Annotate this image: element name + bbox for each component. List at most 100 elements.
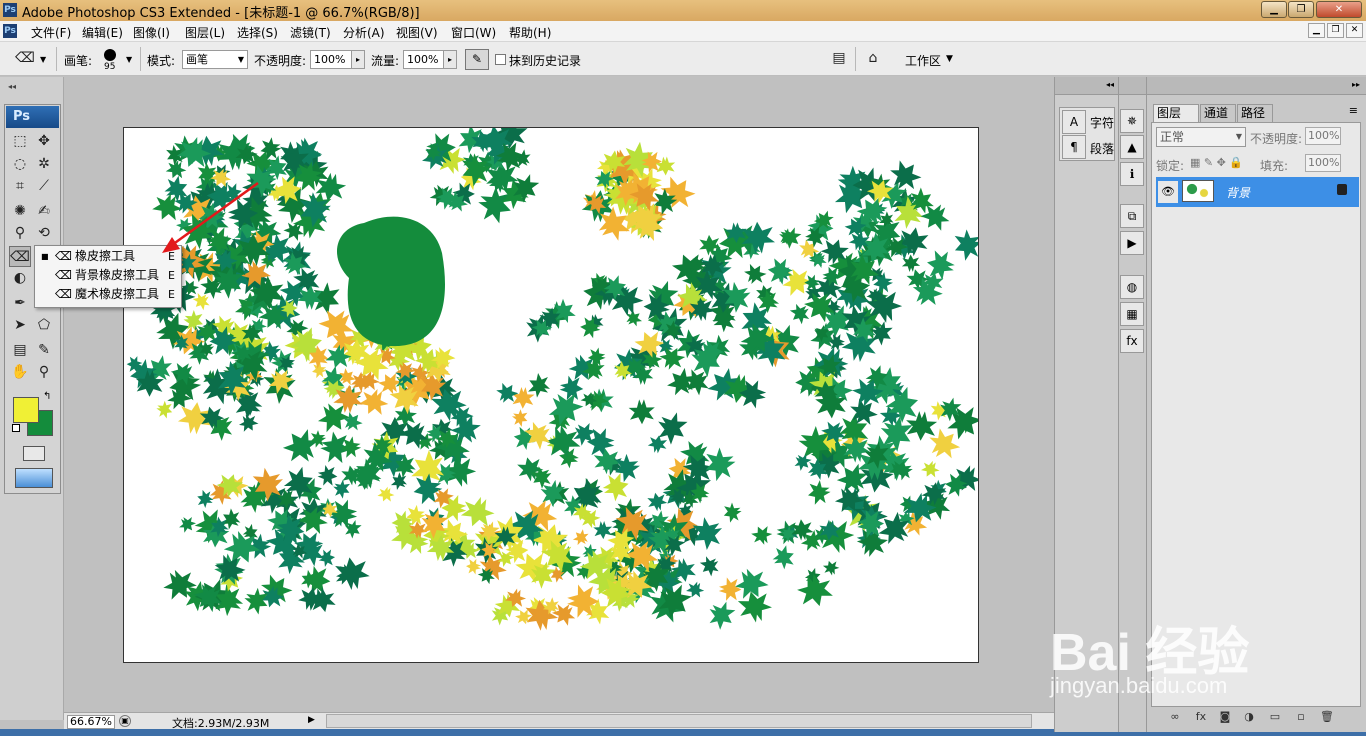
menu-help[interactable]: 帮助(H) bbox=[509, 24, 551, 41]
healing-brush-tool-icon[interactable]: ✺ bbox=[9, 201, 31, 222]
actions-icon[interactable]: ▶ bbox=[1120, 231, 1144, 255]
new-layer-icon[interactable]: ▫ bbox=[1293, 709, 1309, 725]
foreground-color-swatch[interactable] bbox=[13, 397, 39, 423]
erase-history-checkbox[interactable] bbox=[495, 54, 506, 65]
character-label[interactable]: 字符 bbox=[1090, 114, 1114, 131]
menu-image[interactable]: 图像(I) bbox=[133, 24, 170, 41]
preset-dropdown-icon[interactable]: ▼ bbox=[40, 55, 46, 64]
layer-row[interactable]: 👁 背景 bbox=[1156, 177, 1359, 207]
bridge-icon[interactable]: ⌂ bbox=[862, 48, 884, 69]
eraser-icon: ⌫ bbox=[55, 249, 72, 263]
app-menu-icon[interactable]: Ps bbox=[3, 24, 17, 38]
maple-leaf bbox=[700, 444, 740, 485]
move-tool-icon[interactable]: ✥ bbox=[33, 131, 55, 152]
status-menu-icon[interactable]: ▶ bbox=[308, 715, 315, 725]
adjustment-layer-icon[interactable]: ◑ bbox=[1241, 709, 1257, 725]
history-icon[interactable]: ⧉ bbox=[1120, 204, 1144, 228]
eraser-tool-icon[interactable]: ⌫ bbox=[9, 246, 31, 267]
tab-paths[interactable]: 路径 bbox=[1237, 104, 1273, 122]
doc-close-button[interactable]: ✕ bbox=[1346, 23, 1363, 38]
flow-slider-button[interactable]: ▸ bbox=[443, 50, 457, 69]
menu-file[interactable]: 文件(F) bbox=[31, 24, 71, 41]
tab-layers[interactable]: 图层 ✕ bbox=[1153, 104, 1199, 137]
menu-window[interactable]: 窗口(W) bbox=[451, 24, 496, 41]
close-button[interactable]: ✕ bbox=[1316, 1, 1362, 18]
lasso-tool-icon[interactable]: ◌ bbox=[9, 154, 31, 175]
swap-colors-icon[interactable]: ↰ bbox=[43, 391, 51, 402]
options-bar: ⌫ ▼ 画笔: 95 ▼ 模式: 画笔 ▼ 不透明度: 100% ▸ 流量: 1… bbox=[0, 42, 1366, 76]
collapse-arrows-icon[interactable]: ◂◂ bbox=[1106, 80, 1114, 89]
minimize-button[interactable]: ▁ bbox=[1261, 1, 1287, 18]
swatches-icon[interactable]: ▦ bbox=[1120, 302, 1144, 326]
horizontal-scrollbar[interactable] bbox=[326, 714, 1032, 728]
menu-select[interactable]: 选择(S) bbox=[237, 24, 278, 41]
quick-mask-icon[interactable] bbox=[23, 446, 45, 461]
tab-channels[interactable]: 通道 bbox=[1200, 104, 1236, 122]
doc-restore-button[interactable]: ❐ bbox=[1327, 23, 1344, 38]
magic-wand-tool-icon[interactable]: ✲ bbox=[33, 154, 55, 175]
flyout-item-magic-eraser[interactable]: ⌫ 魔术橡皮擦工具 E bbox=[35, 285, 181, 304]
flyout-item-background-eraser[interactable]: ⌫ 背景橡皮擦工具 E bbox=[35, 266, 181, 285]
navigator-icon[interactable]: ✵ bbox=[1120, 109, 1144, 133]
pen-tool-icon[interactable]: ✒ bbox=[9, 293, 31, 314]
shape-tool-icon[interactable]: ⬠ bbox=[33, 315, 55, 336]
flow-input[interactable]: 100% bbox=[403, 50, 445, 69]
panel-menu-icon[interactable]: ≡ bbox=[1349, 104, 1358, 117]
eyedropper-tool-icon[interactable]: ✎ bbox=[33, 340, 55, 361]
crop-tool-icon[interactable]: ⌗ bbox=[9, 176, 31, 197]
screen-mode-icon[interactable] bbox=[15, 468, 53, 488]
character-icon[interactable]: A bbox=[1062, 110, 1086, 134]
paragraph-label[interactable]: 段落 bbox=[1090, 140, 1114, 157]
maple-leaf bbox=[646, 433, 669, 455]
layer-name[interactable]: 背景 bbox=[1226, 184, 1250, 201]
opacity-input[interactable]: 100% bbox=[310, 50, 354, 69]
lock-icons[interactable]: ▦ ✎ ✥ 🔒 bbox=[1190, 156, 1243, 169]
menu-analysis[interactable]: 分析(A) bbox=[343, 24, 385, 41]
menu-layer[interactable]: 图层(L) bbox=[185, 24, 225, 41]
marquee-tool-icon[interactable]: ⬚ bbox=[9, 131, 31, 152]
collapse-arrows-icon[interactable]: ◂◂ bbox=[8, 82, 16, 91]
layer-mask-icon[interactable]: ◙ bbox=[1217, 709, 1233, 725]
info-icon[interactable]: ℹ bbox=[1120, 162, 1144, 186]
zoom-field[interactable]: 66.67% bbox=[67, 715, 115, 729]
brush-tool-icon[interactable]: ✍ bbox=[33, 201, 55, 222]
brush-tip-icon[interactable] bbox=[104, 49, 116, 61]
visibility-eye-icon[interactable]: 👁 bbox=[1158, 181, 1178, 203]
eraser-preset-icon[interactable]: ⌫ bbox=[14, 48, 36, 69]
airbrush-icon[interactable]: ✎ bbox=[465, 49, 489, 70]
status-info-icon[interactable]: ▣ bbox=[119, 715, 131, 727]
opacity-slider-button[interactable]: ▸ bbox=[351, 50, 365, 69]
delete-layer-icon[interactable]: 🗑 bbox=[1319, 709, 1335, 725]
gradient-tool-icon[interactable]: ◐ bbox=[9, 268, 31, 289]
layer-style-icon[interactable]: fx bbox=[1193, 709, 1209, 725]
path-selection-tool-icon[interactable]: ➤ bbox=[9, 315, 31, 336]
histogram-icon[interactable]: ▲ bbox=[1120, 135, 1144, 159]
doc-minimize-button[interactable]: ▁ bbox=[1308, 23, 1325, 38]
workspace-menu[interactable]: 工作区 bbox=[905, 52, 941, 69]
blend-mode-select[interactable]: 正常 ▼ bbox=[1156, 127, 1246, 147]
new-group-icon[interactable]: ▭ bbox=[1267, 709, 1283, 725]
zoom-tool-icon[interactable]: ⚲ bbox=[33, 362, 55, 383]
styles-icon[interactable]: fx bbox=[1120, 329, 1144, 353]
paragraph-icon[interactable]: ¶ bbox=[1062, 135, 1086, 159]
expand-arrows-icon[interactable]: ▸▸ bbox=[1352, 80, 1360, 89]
restore-button[interactable]: ❐ bbox=[1288, 1, 1314, 18]
hand-tool-icon[interactable]: ✋ bbox=[9, 362, 31, 383]
color-icon[interactable]: ◍ bbox=[1120, 275, 1144, 299]
notes-tool-icon[interactable]: ▤ bbox=[9, 340, 31, 361]
workspace-chevron-icon[interactable]: ▼ bbox=[946, 54, 953, 64]
mode-select[interactable]: 画笔 ▼ bbox=[182, 50, 248, 69]
link-layers-icon[interactable]: ∞ bbox=[1167, 709, 1183, 725]
menu-view[interactable]: 视图(V) bbox=[396, 24, 438, 41]
layer-opacity-input[interactable]: 100% bbox=[1305, 127, 1341, 145]
menu-filter[interactable]: 滤镜(T) bbox=[290, 24, 331, 41]
watermark-url: jingyan.baidu.com bbox=[1050, 673, 1228, 698]
slice-tool-icon[interactable]: ⟋ bbox=[33, 176, 55, 197]
default-colors-icon[interactable] bbox=[12, 424, 20, 432]
clone-stamp-tool-icon[interactable]: ⚲ bbox=[9, 223, 31, 244]
brush-dropdown-icon[interactable]: ▼ bbox=[126, 55, 132, 64]
palette-well-icon[interactable]: ▤ bbox=[828, 48, 850, 69]
fill-input[interactable]: 100% bbox=[1305, 154, 1341, 172]
history-brush-tool-icon[interactable]: ⟲ bbox=[33, 223, 55, 244]
menu-edit[interactable]: 编辑(E) bbox=[82, 24, 123, 41]
